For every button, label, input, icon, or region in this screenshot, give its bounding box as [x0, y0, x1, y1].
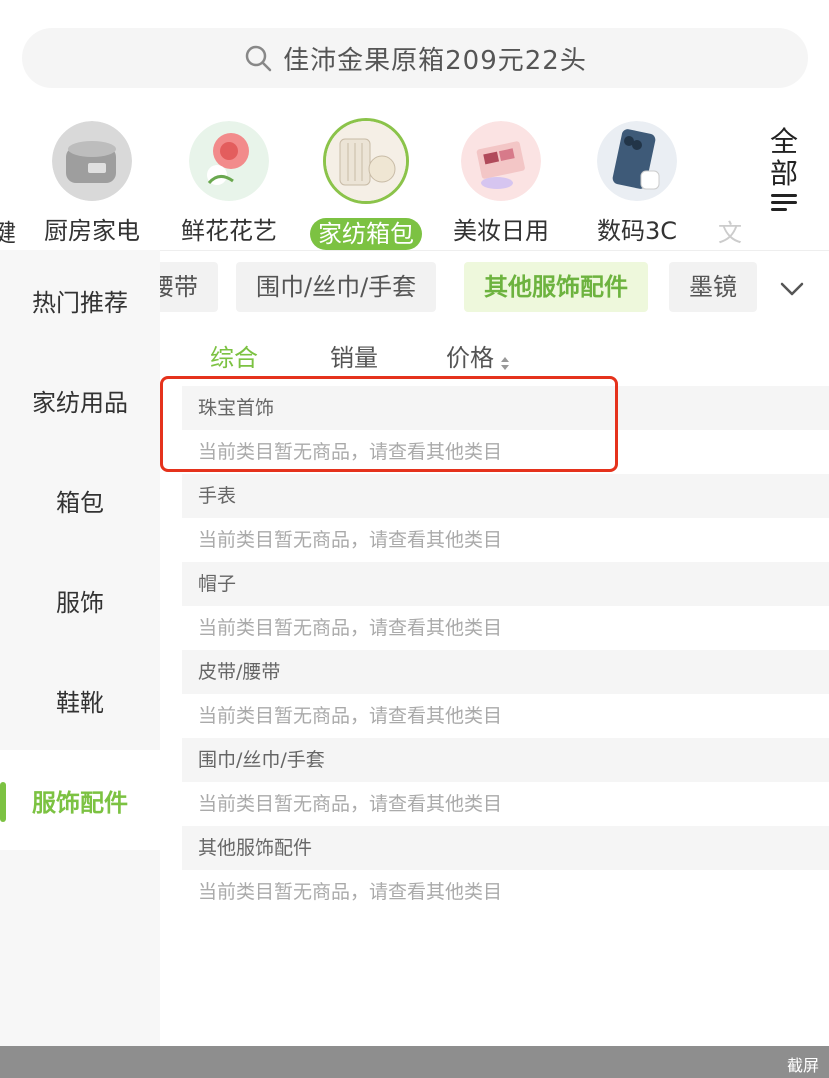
sort-sales[interactable]: 销量 [330, 338, 378, 373]
sidebar-item-clothing[interactable]: 服饰 [0, 550, 160, 650]
category-label: 厨房家电 [44, 217, 140, 245]
category-strip: 健 厨房家电 鲜花花艺 家纺箱包 美妆日用 数码3C 文 全部 [0, 118, 829, 250]
sidebar-item-home-textiles[interactable]: 家纺用品 [0, 350, 160, 450]
search-icon [243, 43, 273, 73]
category-digital-3c[interactable]: 数码3C [567, 118, 707, 247]
all-categories-label: 全部 [769, 125, 798, 190]
sidebar: 热门推荐 家纺用品 箱包 服饰 鞋靴 服饰配件 [0, 250, 160, 1046]
sort-price-label: 价格 [446, 344, 494, 372]
sidebar-item-shoes[interactable]: 鞋靴 [0, 650, 160, 750]
section-empty-text: 当前类目暂无商品，请查看其他类目 [198, 617, 503, 639]
category-flowers[interactable]: 鲜花花艺 [159, 118, 299, 247]
category-kitchen-appliances[interactable]: 厨房家电 [22, 118, 162, 247]
category-label: 家纺箱包 [310, 218, 422, 250]
all-categories-button[interactable]: 全部 [760, 126, 808, 215]
section-title: 皮带/腰带 [182, 650, 829, 694]
category-label: 美妆日用 [453, 217, 549, 245]
category-home-textiles-bags[interactable]: 家纺箱包 [296, 118, 436, 250]
smartphone-image [597, 121, 677, 201]
category-label: 鲜花花艺 [181, 217, 277, 245]
category-beauty-daily[interactable]: 美妆日用 [431, 118, 571, 247]
category-partial-right[interactable]: 文 [718, 213, 742, 248]
sort-price[interactable]: 价格 [446, 338, 510, 373]
tag-scarf-gloves[interactable]: 围巾/丝巾/手套 [236, 262, 437, 312]
sort-comprehensive[interactable]: 综合 [210, 338, 258, 373]
luggage-image [323, 118, 409, 204]
tag-belt[interactable]: 腰带 [160, 262, 218, 312]
highlight-box [160, 376, 618, 472]
sidebar-item-bags[interactable]: 箱包 [0, 450, 160, 550]
section-empty-text: 当前类目暂无商品，请查看其他类目 [198, 529, 503, 551]
section-empty-text: 当前类目暂无商品，请查看其他类目 [198, 705, 503, 727]
tag-other-accessories[interactable]: 其他服饰配件 [464, 262, 648, 312]
category-label: 数码3C [596, 217, 678, 245]
sort-arrows-icon [500, 350, 510, 370]
section-title: 其他服饰配件 [182, 826, 829, 870]
flower-image [189, 121, 269, 201]
bottom-toolbar: 截屏 [0, 1046, 829, 1078]
section-title: 帽子 [182, 562, 829, 606]
section-title: 围巾/丝巾/手套 [182, 738, 829, 782]
rice-cooker-image [52, 121, 132, 201]
search-bar[interactable]: 佳沛金果原箱209元22头 [22, 28, 808, 88]
chevron-down-icon[interactable] [772, 274, 812, 304]
sort-bar: 综合 销量 价格 [160, 330, 829, 380]
category-partial-left[interactable]: 健 [0, 213, 16, 248]
subcategory-tags: 腰带 围巾/丝巾/手套 其他服饰配件 墨镜 [160, 262, 829, 312]
sidebar-item-hot[interactable]: 热门推荐 [0, 250, 160, 350]
section-empty-text: 当前类目暂无商品，请查看其他类目 [198, 881, 503, 903]
menu-list-icon [771, 194, 797, 211]
makeup-palette-image [461, 121, 541, 201]
tag-sunglasses[interactable]: 墨镜 [669, 262, 757, 312]
sidebar-item-accessories[interactable]: 服饰配件 [0, 750, 160, 850]
screenshot-button[interactable]: 截屏 [787, 1052, 819, 1076]
section-empty-text: 当前类目暂无商品，请查看其他类目 [198, 793, 503, 815]
section-title: 手表 [182, 474, 829, 518]
search-placeholder: 佳沛金果原箱209元22头 [283, 45, 587, 76]
